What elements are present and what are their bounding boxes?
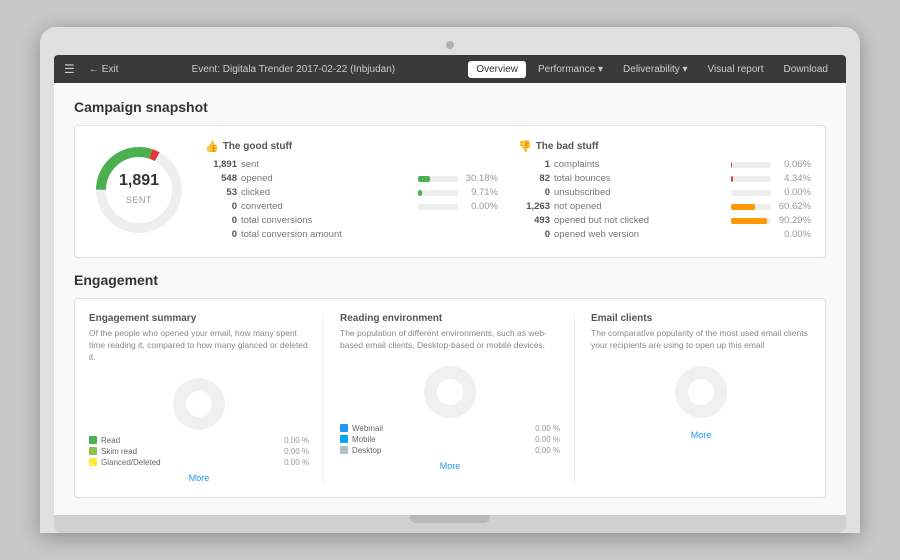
top-bar: ☰ ← Exit Event: Digitala Trender 2017-02… — [54, 55, 846, 83]
email-clients-pie — [669, 360, 733, 424]
tab-deliverability[interactable]: Deliverability ▾ — [615, 61, 695, 78]
stat-row: 493 opened but not clicked 90.29% — [518, 215, 811, 226]
engagement-pie — [167, 372, 231, 436]
laptop-screen: ☰ ← Exit Event: Digitala Trender 2017-02… — [54, 55, 846, 515]
legend-item: Skim read 0.00 % — [89, 447, 309, 456]
stat-bar — [418, 204, 458, 210]
good-stuff-title: 👍 The good stuff — [205, 140, 498, 153]
laptop-camera — [446, 41, 454, 49]
email-clients-desc: The comparative popularity of the most u… — [591, 328, 811, 352]
laptop-shell: ☰ ← Exit Event: Digitala Trender 2017-02… — [40, 27, 860, 533]
bad-stuff-col: 👎 The bad stuff 1 complaints 0.06% 82 to… — [518, 140, 811, 243]
email-clients-title: Email clients — [591, 313, 811, 324]
tab-visual-report[interactable]: Visual report — [700, 61, 772, 78]
arrow-left-icon: ← — [89, 64, 99, 75]
thumbs-up-icon: 👍 — [205, 140, 219, 153]
stat-bar — [731, 218, 771, 224]
tab-overview[interactable]: Overview — [468, 61, 526, 78]
top-nav: Overview Performance ▾ Deliverability ▾ … — [468, 61, 836, 78]
engagement-summary-desc: Of the people who opened your email, how… — [89, 328, 309, 364]
legend-item: Read 0.00 % — [89, 436, 309, 445]
email-clients-col: Email clients The comparative popularity… — [591, 313, 811, 483]
stat-row: 0 total conversion amount — [205, 229, 498, 240]
stat-row: 0 opened web version 0.00% — [518, 229, 811, 240]
hamburger-icon[interactable]: ☰ — [64, 62, 75, 76]
stat-row: 1,891 sent — [205, 159, 498, 170]
email-clients-more-link[interactable]: More — [591, 430, 811, 440]
engagement-summary-col: Engagement summary Of the people who ope… — [89, 313, 324, 483]
reading-env-more-link[interactable]: More — [340, 461, 560, 471]
stats-area: 👍 The good stuff 1,891 sent 548 opened 3… — [205, 140, 811, 243]
snapshot-card: 1,891 SENT 👍 The good stuff 1,891 — [74, 125, 826, 258]
donut-label: SENT — [126, 195, 152, 205]
engagement-more-link[interactable]: More — [89, 473, 309, 483]
laptop-notch — [410, 515, 490, 523]
stat-row: 0 unsubscribed 0.00% — [518, 187, 811, 198]
tab-download[interactable]: Download — [776, 61, 836, 78]
campaign-snapshot-title: Campaign snapshot — [74, 99, 826, 115]
engagement-card: Engagement summary Of the people who ope… — [74, 298, 826, 498]
engagement-summary-title: Engagement summary — [89, 313, 309, 324]
bad-stuff-title: 👎 The bad stuff — [518, 140, 811, 153]
stat-bar — [731, 190, 771, 196]
legend-item: Mobile 0.00 % — [340, 435, 560, 444]
reading-env-legend: Webmail 0.00 % Mobile 0.00 % Desktop 0.0… — [340, 424, 560, 455]
engagement-title: Engagement — [74, 272, 826, 288]
stat-row: 0 converted 0.00% — [205, 201, 498, 212]
stat-bar — [731, 176, 771, 182]
stat-row: 548 opened 30.18% — [205, 173, 498, 184]
legend-item: Desktop 0.00 % — [340, 446, 560, 455]
reading-environment-col: Reading environment The population of di… — [340, 313, 575, 483]
reading-environment-title: Reading environment — [340, 313, 560, 324]
laptop-bottom — [54, 515, 846, 533]
main-content: Campaign snapshot 1,891 SENT — [54, 83, 846, 515]
tab-performance[interactable]: Performance ▾ — [530, 61, 611, 78]
stat-bar — [731, 204, 771, 210]
reading-environment-desc: The population of different environments… — [340, 328, 560, 352]
legend-item: Glanced/Deleted 0.00 % — [89, 458, 309, 467]
donut-number: 1,891 — [119, 172, 159, 190]
legend-item: Webmail 0.00 % — [340, 424, 560, 433]
topbar-title: Event: Digitala Trender 2017-02-22 (Inbj… — [192, 64, 395, 75]
engagement-legend: Read 0.00 % Skim read 0.00 % Glanced/Del… — [89, 436, 309, 467]
stat-row: 1,263 not opened 60.62% — [518, 201, 811, 212]
exit-button[interactable]: ← Exit — [89, 64, 119, 75]
good-stuff-col: 👍 The good stuff 1,891 sent 548 opened 3… — [205, 140, 498, 243]
stat-bar — [418, 176, 458, 182]
donut-chart: 1,891 SENT — [89, 140, 189, 240]
stat-row: 53 clicked 9.71% — [205, 187, 498, 198]
reading-env-pie — [418, 360, 482, 424]
thumbs-down-icon: 👎 — [518, 140, 532, 153]
stat-bar — [731, 162, 771, 168]
stat-row: 82 total bounces 4.34% — [518, 173, 811, 184]
donut-center: 1,891 SENT — [119, 172, 159, 208]
top-bar-left: ☰ ← Exit — [64, 62, 118, 76]
stat-row: 1 complaints 0.06% — [518, 159, 811, 170]
stat-row: 0 total conversions — [205, 215, 498, 226]
stat-bar — [418, 190, 458, 196]
